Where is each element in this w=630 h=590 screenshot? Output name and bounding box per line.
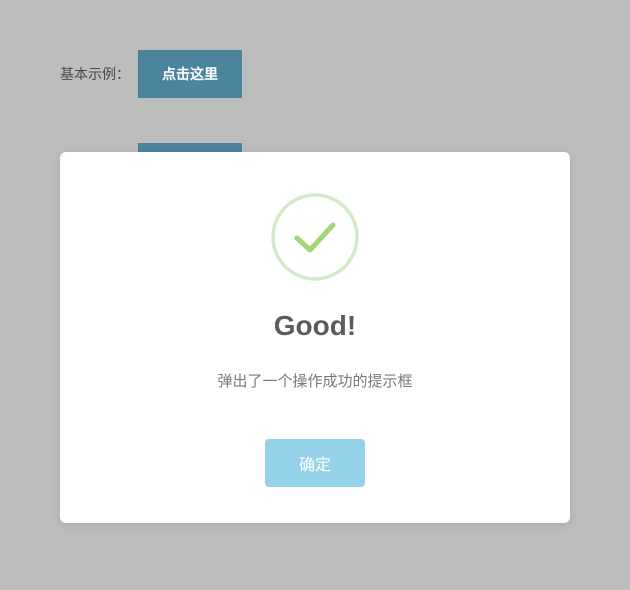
- success-icon: [90, 192, 540, 282]
- modal-overlay[interactable]: Good! 弹出了一个操作成功的提示框 确定: [0, 0, 630, 590]
- confirm-button[interactable]: 确定: [265, 439, 365, 487]
- modal-title: Good!: [90, 310, 540, 342]
- success-modal: Good! 弹出了一个操作成功的提示框 确定: [60, 152, 570, 523]
- modal-message: 弹出了一个操作成功的提示框: [90, 370, 540, 391]
